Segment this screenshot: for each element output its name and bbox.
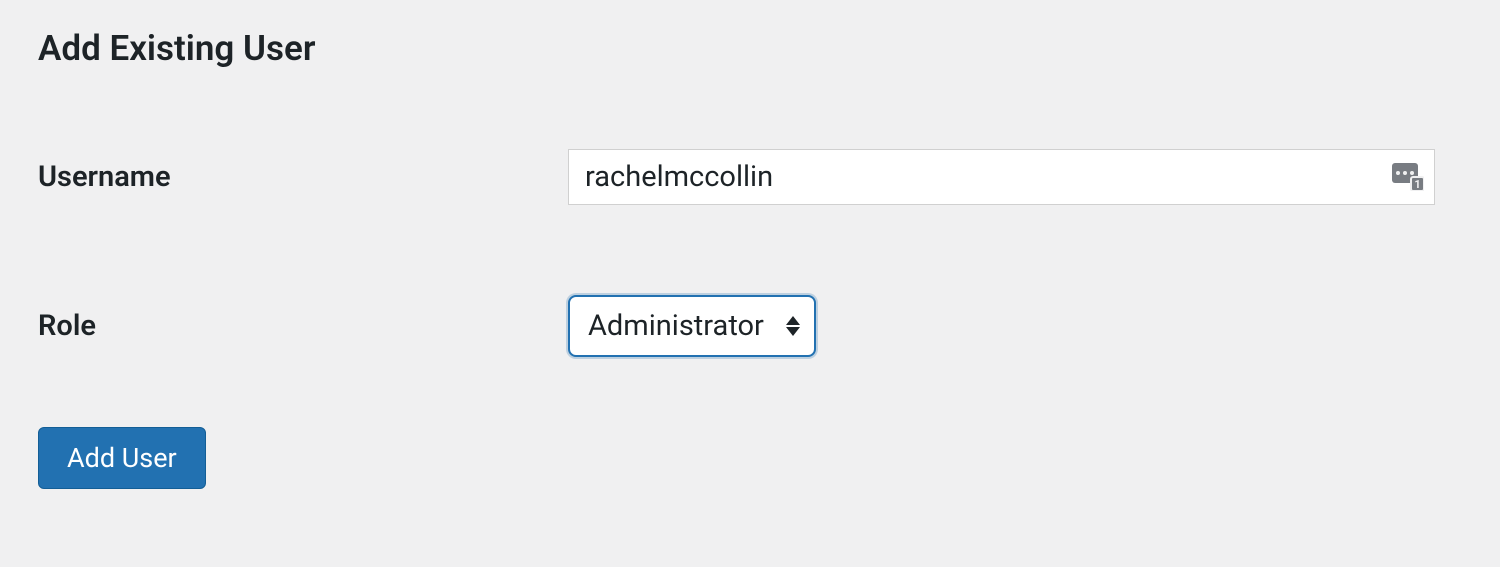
username-input[interactable] xyxy=(568,149,1435,205)
role-label: Role xyxy=(38,309,568,343)
username-label: Username xyxy=(38,160,568,194)
username-input-wrapper: 1 xyxy=(568,149,1435,205)
role-row: Role Administrator xyxy=(38,295,1462,357)
add-user-button[interactable]: Add User xyxy=(38,427,206,489)
password-manager-icon: 1 xyxy=(1391,162,1425,192)
page-title: Add Existing User xyxy=(38,28,1462,69)
svg-text:1: 1 xyxy=(1414,178,1420,191)
role-select[interactable]: Administrator xyxy=(568,295,816,357)
role-select-wrapper: Administrator xyxy=(568,295,816,357)
username-row: Username 1 xyxy=(38,149,1462,205)
